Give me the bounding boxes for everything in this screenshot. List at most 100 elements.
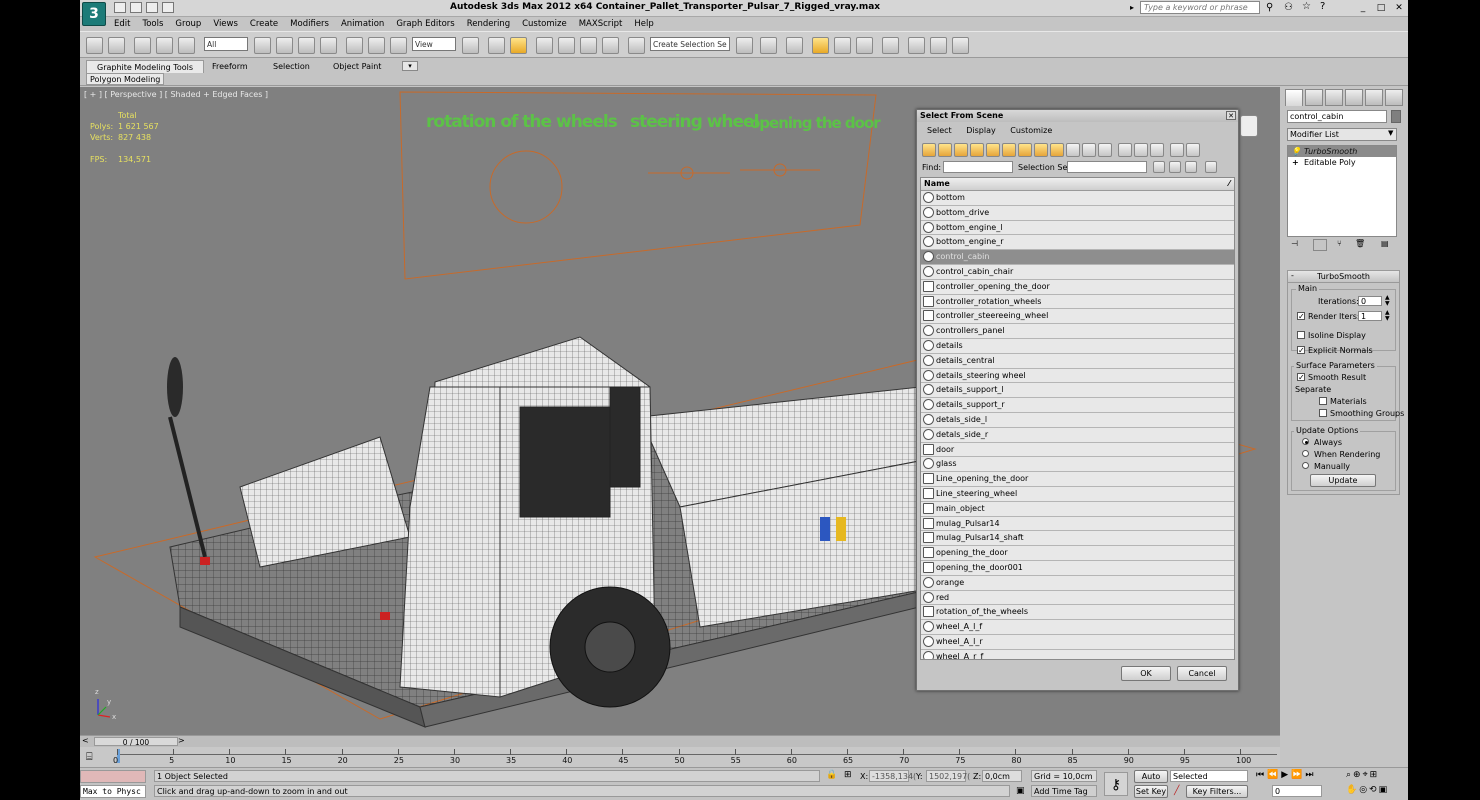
list-item[interactable]: details_support_r xyxy=(921,398,1234,413)
modifier-list-dropdown[interactable]: Modifier List xyxy=(1287,128,1397,141)
curve-editor-icon[interactable] xyxy=(834,37,851,54)
rendered-frame-icon[interactable] xyxy=(930,37,947,54)
list-item[interactable]: bottom_drive xyxy=(921,205,1234,221)
move-icon[interactable] xyxy=(346,37,363,54)
render-iters-spinner[interactable]: 1 xyxy=(1358,311,1382,321)
tab-graphite-modeling-tools[interactable]: Graphite Modeling Tools xyxy=(86,60,205,73)
menu-maxscript[interactable]: MAXScript xyxy=(573,17,629,31)
hierarchy-tab-icon[interactable] xyxy=(1325,89,1343,106)
x-coord-field[interactable]: -1358,134( xyxy=(869,770,916,782)
restore-button[interactable]: □ xyxy=(1374,2,1388,14)
display-helpers-icon[interactable] xyxy=(986,143,1000,157)
utilities-tab-icon[interactable] xyxy=(1385,89,1403,106)
make-unique-icon[interactable]: ⑂ xyxy=(1337,239,1351,251)
ribbon-options-icon[interactable]: ▾ xyxy=(402,61,418,71)
menu-views[interactable]: Views xyxy=(207,17,244,31)
tab-freeform[interactable]: Freeform xyxy=(202,60,258,73)
dialog-title[interactable]: Select From Scene xyxy=(917,110,1238,122)
dialog-close-icon[interactable]: ✕ xyxy=(1226,111,1236,120)
list-item[interactable]: control_cabin xyxy=(921,250,1234,265)
align-icon[interactable] xyxy=(760,37,777,54)
render-setup-icon[interactable] xyxy=(908,37,925,54)
maxscript-listener-pink[interactable] xyxy=(80,770,146,783)
selection-set-dropdown[interactable] xyxy=(1067,161,1147,173)
maxscript-input[interactable]: Max to Physc xyxy=(80,785,146,798)
create-tab-icon[interactable] xyxy=(1285,89,1303,106)
rotate-icon[interactable] xyxy=(368,37,385,54)
display-spacewarps-icon[interactable] xyxy=(1002,143,1016,157)
when-rendering-radio[interactable] xyxy=(1302,450,1309,457)
playback-controls[interactable]: ⏮⏪▶⏩⏭ xyxy=(1256,770,1317,780)
list-item[interactable]: details xyxy=(921,338,1234,354)
binoculars-icon[interactable]: ⚲ xyxy=(1266,2,1273,13)
viewport-label[interactable]: [ + ] [ Perspective ] [ Shaded + Edged F… xyxy=(84,90,268,99)
list-item[interactable]: detals_side_r xyxy=(921,427,1234,443)
menu-modifiers[interactable]: Modifiers xyxy=(284,17,335,31)
motion-tab-icon[interactable] xyxy=(1345,89,1363,106)
collapse-minus-icon[interactable]: - xyxy=(1291,271,1294,280)
keyboard-shortcut-icon[interactable] xyxy=(510,37,527,54)
set-key-icon[interactable]: ⚷ xyxy=(1104,772,1128,796)
mirror-icon[interactable] xyxy=(736,37,753,54)
frame-indicator[interactable]: 0 / 100 xyxy=(94,737,178,747)
save-file-icon[interactable] xyxy=(146,2,158,13)
dialog-menu-display[interactable]: Display xyxy=(960,124,1002,138)
isoline-checkbox[interactable] xyxy=(1297,331,1305,339)
list-item[interactable]: details_central xyxy=(921,353,1234,369)
lock-icon[interactable]: 🔒 xyxy=(826,770,837,780)
stack-item-editable-poly[interactable]: + Editable Poly xyxy=(1288,157,1396,168)
key-filters-button[interactable]: Key Filters... xyxy=(1186,785,1248,798)
mini-curve-editor-icon[interactable]: ⌸ xyxy=(86,750,100,764)
y-coord-field[interactable]: 1502,197( xyxy=(926,770,970,782)
spinner-arrows-icon[interactable]: ▲ ▼ xyxy=(1385,310,1390,322)
layer-manager-icon[interactable] xyxy=(786,37,803,54)
explicit-normals-checkbox[interactable]: ✓ xyxy=(1297,346,1305,355)
list-item[interactable]: bottom_engine_l xyxy=(921,220,1234,236)
list-item[interactable]: Line_steering_wheel xyxy=(921,486,1234,502)
sort-icon[interactable]: ⁄ xyxy=(1229,178,1230,190)
list-item[interactable]: wheel_A_l_r xyxy=(921,634,1234,650)
time-slider[interactable]: < 0 / 100 > xyxy=(80,735,1280,747)
smoothing-groups-checkbox[interactable] xyxy=(1319,409,1327,417)
open-file-icon[interactable] xyxy=(130,2,142,13)
snaps-toggle-icon[interactable] xyxy=(536,37,553,54)
find-case-icon[interactable] xyxy=(1205,161,1217,173)
prev-frame-icon[interactable]: < xyxy=(82,736,89,745)
link-icon[interactable] xyxy=(134,37,151,54)
auto-key-button[interactable]: Auto Key xyxy=(1134,770,1168,793)
ok-button[interactable]: OK xyxy=(1121,666,1171,681)
list-item[interactable]: controller_steereeing_wheel xyxy=(921,309,1234,325)
list-item[interactable]: mulag_Pulsar14_shaft xyxy=(921,531,1234,547)
remove-set-icon[interactable] xyxy=(1185,161,1197,173)
viewport-nav-controls[interactable]: ⌕⊕⌖⊞ xyxy=(1346,770,1379,780)
list-item[interactable]: controllers_panel xyxy=(921,324,1234,339)
display-shapes-icon[interactable] xyxy=(938,143,952,157)
display-geometry-icon[interactable] xyxy=(922,143,936,157)
project-folder-icon[interactable] xyxy=(162,2,174,13)
z-coord-field[interactable]: 0,0cm xyxy=(982,770,1022,782)
stack-item-turbosmooth[interactable]: 💡 TurboSmooth xyxy=(1288,146,1396,157)
window-crossing-icon[interactable] xyxy=(320,37,337,54)
list-item[interactable]: orange xyxy=(921,575,1234,591)
find-input[interactable] xyxy=(943,161,1013,173)
menu-customize[interactable]: Customize xyxy=(516,17,573,31)
named-selection-dropdown[interactable]: Create Selection Se xyxy=(650,37,730,51)
list-header-name[interactable]: Name ⁄ xyxy=(921,178,1234,191)
absolute-mode-icon[interactable]: ⊞ xyxy=(844,770,852,780)
display-hidden-icon[interactable] xyxy=(1098,143,1112,157)
minimize-button[interactable]: _ xyxy=(1356,2,1370,14)
display-tab-icon[interactable] xyxy=(1365,89,1383,106)
schematic-view-icon[interactable] xyxy=(856,37,873,54)
rollout-title[interactable]: TurboSmooth xyxy=(1288,271,1399,283)
display-none-icon[interactable] xyxy=(1134,143,1148,157)
display-frozen-icon[interactable] xyxy=(1082,143,1096,157)
menu-group[interactable]: Group xyxy=(169,17,207,31)
display-cameras-icon[interactable] xyxy=(970,143,984,157)
list-item[interactable]: bottom xyxy=(921,191,1234,206)
object-color-swatch[interactable] xyxy=(1391,110,1401,123)
next-frame-icon[interactable]: > xyxy=(178,736,185,745)
rect-region-icon[interactable] xyxy=(298,37,315,54)
list-item[interactable]: controller_opening_the_door xyxy=(921,279,1234,295)
list-item[interactable]: controller_rotation_wheels xyxy=(921,294,1234,310)
redo-icon[interactable] xyxy=(108,37,125,54)
